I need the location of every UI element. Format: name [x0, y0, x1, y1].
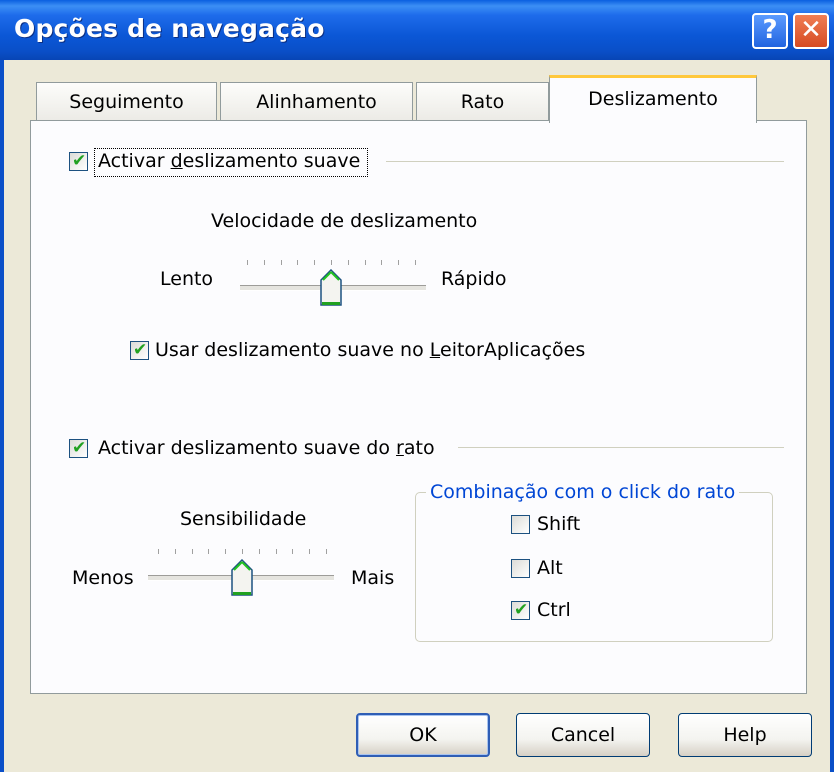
ctrl-checkbox[interactable]: ✔ — [511, 601, 530, 620]
shift-label[interactable]: Shift — [537, 513, 580, 535]
close-icon: ✕ — [800, 15, 822, 45]
mouse-smooth-scroll-label[interactable]: Activar deslizamento suave do rato — [98, 437, 435, 459]
tab-seguimento[interactable]: Seguimento — [36, 82, 217, 120]
check-mark-icon: ✔ — [514, 600, 529, 620]
slider-tick — [297, 260, 298, 265]
combo-group-title: Combinação com o click do rato — [426, 481, 740, 503]
slider-tick — [242, 549, 243, 554]
help-icon: ? — [762, 15, 778, 45]
close-title-button[interactable]: ✕ — [793, 13, 829, 49]
window-frame-left — [0, 60, 4, 772]
slider-tick — [281, 260, 282, 265]
slider-tick — [331, 260, 332, 265]
slider-tick — [247, 260, 248, 265]
mouse-smooth-scroll-checkbox[interactable]: ✔ — [69, 439, 88, 458]
help-title-button[interactable]: ? — [752, 13, 788, 49]
sensitivity-slider-thumb[interactable] — [231, 559, 253, 597]
tab-label: Deslizamento — [588, 88, 718, 110]
shift-checkbox[interactable] — [511, 515, 530, 534]
tab-label: Rato — [460, 91, 505, 113]
window-title: Opções de navegação — [14, 14, 325, 43]
tab-deslizamento[interactable]: Deslizamento — [549, 75, 757, 123]
reader-smooth-scroll-checkbox[interactable]: ✔ — [130, 341, 149, 360]
more-label: Mais — [351, 567, 395, 589]
slider-tick — [365, 260, 366, 265]
separator-line — [386, 161, 784, 162]
combo-group-box — [415, 492, 773, 642]
speed-label: Velocidade de deslizamento — [211, 210, 478, 232]
help-button[interactable]: Help — [678, 713, 812, 757]
less-label: Menos — [72, 567, 134, 589]
alt-label[interactable]: Alt — [537, 557, 563, 579]
slider-tick — [259, 549, 260, 554]
alt-checkbox[interactable] — [511, 559, 530, 578]
title-bar: Opções de navegação ? ✕ — [0, 0, 834, 60]
slider-tick — [192, 549, 193, 554]
smooth-scroll-label[interactable]: Activar deslizamento suave — [98, 150, 360, 172]
slider-tick — [158, 549, 159, 554]
slider-tick — [208, 549, 209, 554]
tab-rato[interactable]: Rato — [416, 82, 549, 120]
check-mark-icon: ✔ — [133, 340, 148, 360]
slider-tick — [381, 260, 382, 265]
slider-tick — [276, 549, 277, 554]
tab-label: Alinhamento — [256, 91, 377, 113]
slider-tick — [264, 260, 265, 265]
ctrl-label[interactable]: Ctrl — [537, 599, 571, 621]
separator-line — [458, 447, 784, 448]
smooth-scroll-checkbox[interactable]: ✔ — [69, 152, 88, 171]
reader-smooth-scroll-label[interactable]: Usar deslizamento suave no LeitorAplicaç… — [155, 339, 585, 361]
slider-tick — [326, 549, 327, 554]
cancel-button[interactable]: Cancel — [516, 713, 650, 757]
slider-tick — [309, 549, 310, 554]
slider-tick — [225, 549, 226, 554]
speed-slider-thumb[interactable] — [320, 269, 342, 307]
slider-tick — [292, 549, 293, 554]
tab-alinhamento[interactable]: Alinhamento — [220, 82, 413, 120]
slider-tick — [415, 260, 416, 265]
slow-label: Lento — [160, 268, 214, 290]
check-mark-icon: ✔ — [72, 151, 87, 171]
ok-button[interactable]: OK — [356, 713, 490, 757]
slider-tick — [314, 260, 315, 265]
window-frame-right — [830, 60, 834, 772]
sensitivity-label: Sensibilidade — [180, 508, 307, 530]
slider-tick — [348, 260, 349, 265]
fast-label: Rápido — [441, 268, 507, 290]
slider-tick — [175, 549, 176, 554]
slider-tick — [398, 260, 399, 265]
check-mark-icon: ✔ — [72, 438, 87, 458]
tab-label: Seguimento — [69, 91, 184, 113]
